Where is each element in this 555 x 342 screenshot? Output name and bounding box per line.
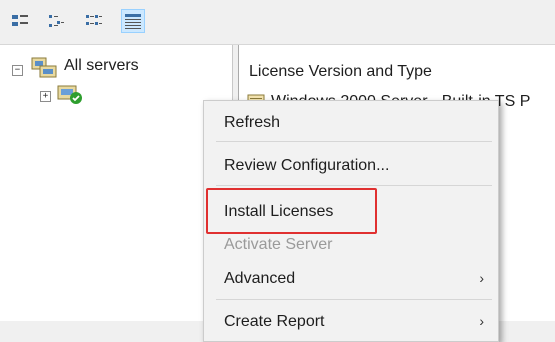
- menu-item-activate-server: Activate Server: [224, 236, 333, 253]
- details-view-button[interactable]: [121, 9, 145, 33]
- menu-item-create-report[interactable]: Create Report: [224, 313, 325, 331]
- menu-separator: [216, 185, 492, 186]
- all-servers-icon: [31, 57, 57, 78]
- small-icons-view-icon: [49, 15, 64, 27]
- large-icons-view-button[interactable]: [8, 9, 32, 33]
- tree-root-label[interactable]: All servers: [64, 57, 139, 75]
- column-header-license-version[interactable]: License Version and Type: [249, 63, 432, 81]
- install-licenses-highlight: [206, 188, 377, 234]
- menu-item-review-configuration[interactable]: Review Configuration...: [224, 157, 389, 175]
- collapse-toggle-icon[interactable]: −: [12, 65, 23, 76]
- menu-separator: [216, 141, 492, 142]
- list-view-icon: [86, 15, 102, 25]
- menu-separator: [216, 299, 492, 300]
- toolbar: [0, 0, 555, 45]
- server-tree-pane: − All servers +: [0, 45, 233, 321]
- details-view-icon: [125, 14, 141, 29]
- advanced-submenu-arrow-icon: ›: [479, 270, 484, 286]
- small-icons-view-button[interactable]: [44, 9, 68, 33]
- large-icons-view-icon: [12, 15, 28, 26]
- server-licensed-icon[interactable]: [56, 83, 84, 105]
- create-report-submenu-arrow-icon: ›: [479, 313, 484, 329]
- menu-item-advanced[interactable]: Advanced: [224, 270, 295, 288]
- expand-toggle-icon[interactable]: +: [40, 91, 51, 102]
- list-view-button[interactable]: [82, 9, 106, 33]
- menu-item-refresh[interactable]: Refresh: [224, 114, 280, 132]
